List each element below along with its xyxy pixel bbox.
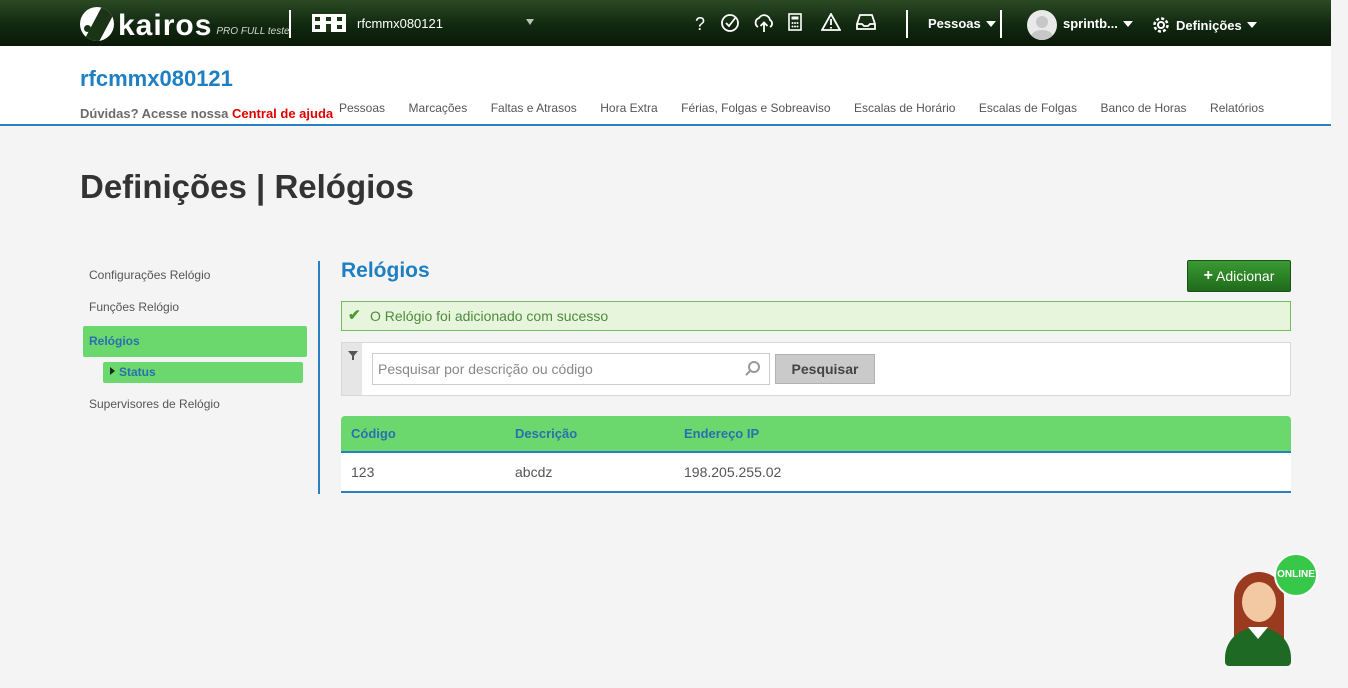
sidebar-item-configuracoes-relogio[interactable]: Configurações Relógio bbox=[83, 261, 307, 293]
chevron-down-icon bbox=[985, 20, 996, 27]
chevron-down-icon bbox=[1246, 22, 1257, 28]
column-header-codigo[interactable]: Código bbox=[341, 426, 515, 441]
add-button-label: Adicionar bbox=[1215, 268, 1275, 284]
user-name: sprintb... bbox=[1063, 16, 1118, 31]
help-icon[interactable]: ? bbox=[689, 13, 711, 35]
search-input[interactable] bbox=[372, 353, 770, 385]
user-menu[interactable]: sprintb... bbox=[1063, 16, 1133, 31]
main-nav: Pessoas Marcações Faltas e Atrasos Hora … bbox=[339, 101, 1288, 115]
alert-message: O Relógio foi adicionado com sucesso bbox=[370, 308, 609, 324]
chevron-down-icon bbox=[1122, 20, 1133, 27]
online-support-widget[interactable]: ONLINE bbox=[1222, 553, 1322, 668]
page-title: Definições | Relógios bbox=[80, 168, 414, 205]
sidebar-divider bbox=[318, 261, 320, 494]
online-badge: ONLINE bbox=[1274, 553, 1318, 597]
sidebar: Configurações Relógio Funções Relógio Re… bbox=[83, 261, 307, 422]
warning-icon[interactable] bbox=[820, 12, 842, 35]
table-header: Código Descrição Endereço IP bbox=[341, 416, 1291, 453]
definicoes-menu-label: Definições bbox=[1176, 17, 1242, 33]
help-text: Dúvidas? Acesse nossa Central de ajuda bbox=[80, 106, 333, 121]
nav-item-ferias-folgas[interactable]: Férias, Folgas e Sobreaviso bbox=[681, 101, 830, 115]
calculator-icon[interactable] bbox=[784, 13, 806, 35]
nav-item-relatorios[interactable]: Relatórios bbox=[1210, 101, 1264, 115]
divider bbox=[906, 10, 908, 38]
success-alert: ✔ O Relógio foi adicionado com sucesso bbox=[341, 301, 1291, 331]
column-header-descricao[interactable]: Descrição bbox=[515, 426, 684, 441]
sidebar-item-relogios[interactable]: Relógios bbox=[83, 326, 307, 357]
section-title: Relógios bbox=[341, 259, 430, 282]
top-bar: kairos PRO FULL teste rfcmmx080121 ? Pes… bbox=[0, 0, 1331, 46]
kairos-logo-icon bbox=[80, 7, 114, 41]
divider bbox=[289, 10, 291, 38]
check-icon: ✔ bbox=[348, 307, 361, 324]
add-button[interactable]: + Adicionar bbox=[1187, 260, 1291, 292]
clock-check-icon[interactable] bbox=[719, 13, 741, 35]
kairos-logo[interactable]: kairos PRO FULL teste bbox=[80, 5, 290, 41]
relogios-table: Código Descrição Endereço IP 123 abcdz 1… bbox=[341, 416, 1291, 493]
filter-toggle[interactable] bbox=[342, 343, 362, 395]
help-center-link[interactable]: Central de ajuda bbox=[232, 106, 333, 121]
cell-codigo: 123 bbox=[351, 464, 375, 480]
pessoas-menu-label: Pessoas bbox=[928, 16, 981, 31]
nav-item-pessoas[interactable]: Pessoas bbox=[339, 101, 385, 115]
chevron-down-icon[interactable] bbox=[526, 19, 534, 25]
company-title: rfcmmx080121 bbox=[80, 66, 233, 91]
company-selector[interactable]: rfcmmx080121 bbox=[312, 14, 443, 32]
building-icon bbox=[312, 14, 346, 32]
cell-endereco-ip: 198.205.255.02 bbox=[684, 464, 782, 480]
nav-item-marcacoes[interactable]: Marcações bbox=[409, 101, 468, 115]
search-panel: Pesquisar bbox=[341, 342, 1291, 396]
sidebar-item-funcoes-relogio[interactable]: Funções Relógio bbox=[83, 293, 307, 325]
search-icon bbox=[748, 361, 760, 373]
pessoas-menu[interactable]: Pessoas bbox=[928, 16, 996, 31]
nav-item-faltas-atrasos[interactable]: Faltas e Atrasos bbox=[491, 101, 577, 115]
sidebar-subitem-status[interactable]: Status bbox=[103, 362, 303, 383]
nav-item-hora-extra[interactable]: Hora Extra bbox=[600, 101, 657, 115]
page-header: rfcmmx080121 Dúvidas? Acesse nossa Centr… bbox=[0, 46, 1331, 126]
nav-item-escalas-folgas[interactable]: Escalas de Folgas bbox=[979, 101, 1077, 115]
divider bbox=[1000, 10, 1002, 38]
inbox-icon[interactable] bbox=[855, 13, 877, 35]
company-selector-value: rfcmmx080121 bbox=[357, 15, 443, 31]
user-avatar[interactable] bbox=[1027, 10, 1057, 40]
logo-text: kairos bbox=[118, 9, 213, 42]
cell-descricao: abcdz bbox=[515, 464, 553, 480]
table-row[interactable]: 123 abcdz 198.205.255.02 bbox=[341, 453, 1291, 493]
help-prefix: Dúvidas? Acesse nossa bbox=[80, 106, 229, 121]
gear-icon bbox=[1153, 17, 1169, 33]
nav-item-banco-horas[interactable]: Banco de Horas bbox=[1100, 101, 1186, 115]
logo-subtitle: PRO FULL teste bbox=[216, 26, 290, 37]
plus-icon: + bbox=[1203, 267, 1213, 284]
nav-item-escalas-horario[interactable]: Escalas de Horário bbox=[854, 101, 955, 115]
agent-avatar bbox=[1242, 582, 1276, 622]
column-header-endereco-ip[interactable]: Endereço IP bbox=[684, 426, 1291, 441]
definicoes-menu[interactable]: Definições bbox=[1152, 16, 1257, 34]
sidebar-item-supervisores[interactable]: Supervisores de Relógio bbox=[83, 390, 307, 422]
cloud-upload-icon[interactable] bbox=[752, 13, 774, 35]
search-button[interactable]: Pesquisar bbox=[775, 354, 875, 384]
